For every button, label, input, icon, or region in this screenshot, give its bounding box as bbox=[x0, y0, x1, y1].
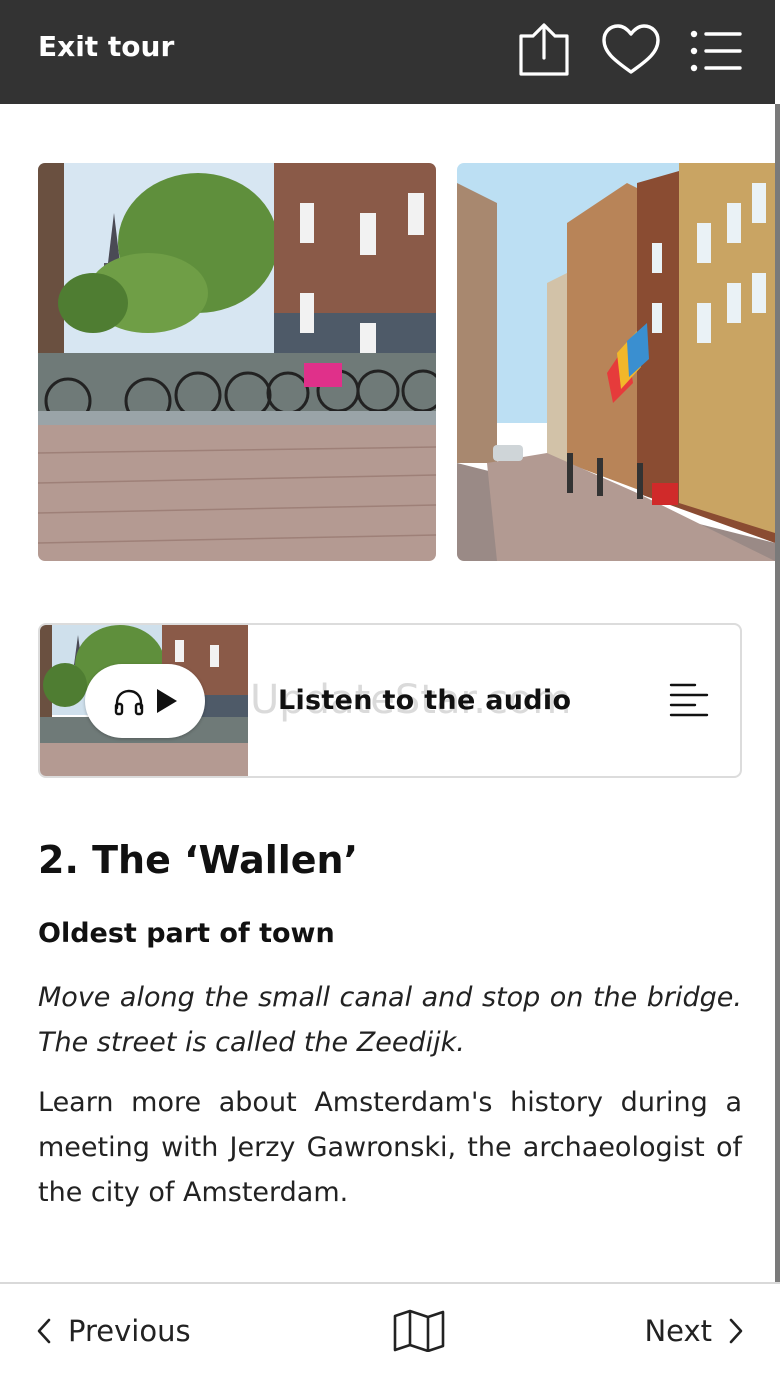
stop-subtitle: Oldest part of town bbox=[38, 918, 335, 949]
heart-icon[interactable] bbox=[600, 22, 662, 80]
bottom-divider bbox=[0, 1282, 780, 1284]
stop-description: Learn more about Amsterdam's history dur… bbox=[38, 1087, 742, 1208]
next-button[interactable]: Next bbox=[644, 1310, 744, 1352]
audio-player-card[interactable]: UpdateStar.com Listen to the audio bbox=[38, 623, 742, 778]
previous-label: Previous bbox=[68, 1314, 191, 1348]
exit-tour-button[interactable]: Exit tour bbox=[38, 30, 174, 63]
headphones-icon bbox=[114, 689, 144, 716]
previous-button[interactable]: Previous bbox=[36, 1310, 191, 1352]
list-menu-icon[interactable] bbox=[686, 22, 748, 80]
stop-title: 2. The ‘Wallen’ bbox=[38, 838, 359, 882]
canal-bridge-bicycles-photo[interactable] bbox=[38, 163, 436, 561]
zeedijk-street-photo[interactable] bbox=[457, 163, 775, 561]
listen-audio-label[interactable]: Listen to the audio bbox=[278, 685, 571, 716]
next-label: Next bbox=[644, 1314, 712, 1348]
play-icon bbox=[157, 689, 177, 713]
map-icon[interactable] bbox=[392, 1308, 446, 1352]
chevron-right-icon bbox=[729, 1318, 743, 1344]
stop-directions: Move along the small canal and stop on t… bbox=[38, 982, 742, 1058]
transcript-icon[interactable] bbox=[667, 681, 711, 721]
scrollbar[interactable] bbox=[775, 104, 780, 1282]
play-audio-button[interactable] bbox=[85, 664, 205, 738]
chevron-left-icon bbox=[37, 1318, 51, 1344]
top-bar: Exit tour bbox=[0, 0, 775, 104]
share-icon[interactable] bbox=[513, 22, 575, 80]
